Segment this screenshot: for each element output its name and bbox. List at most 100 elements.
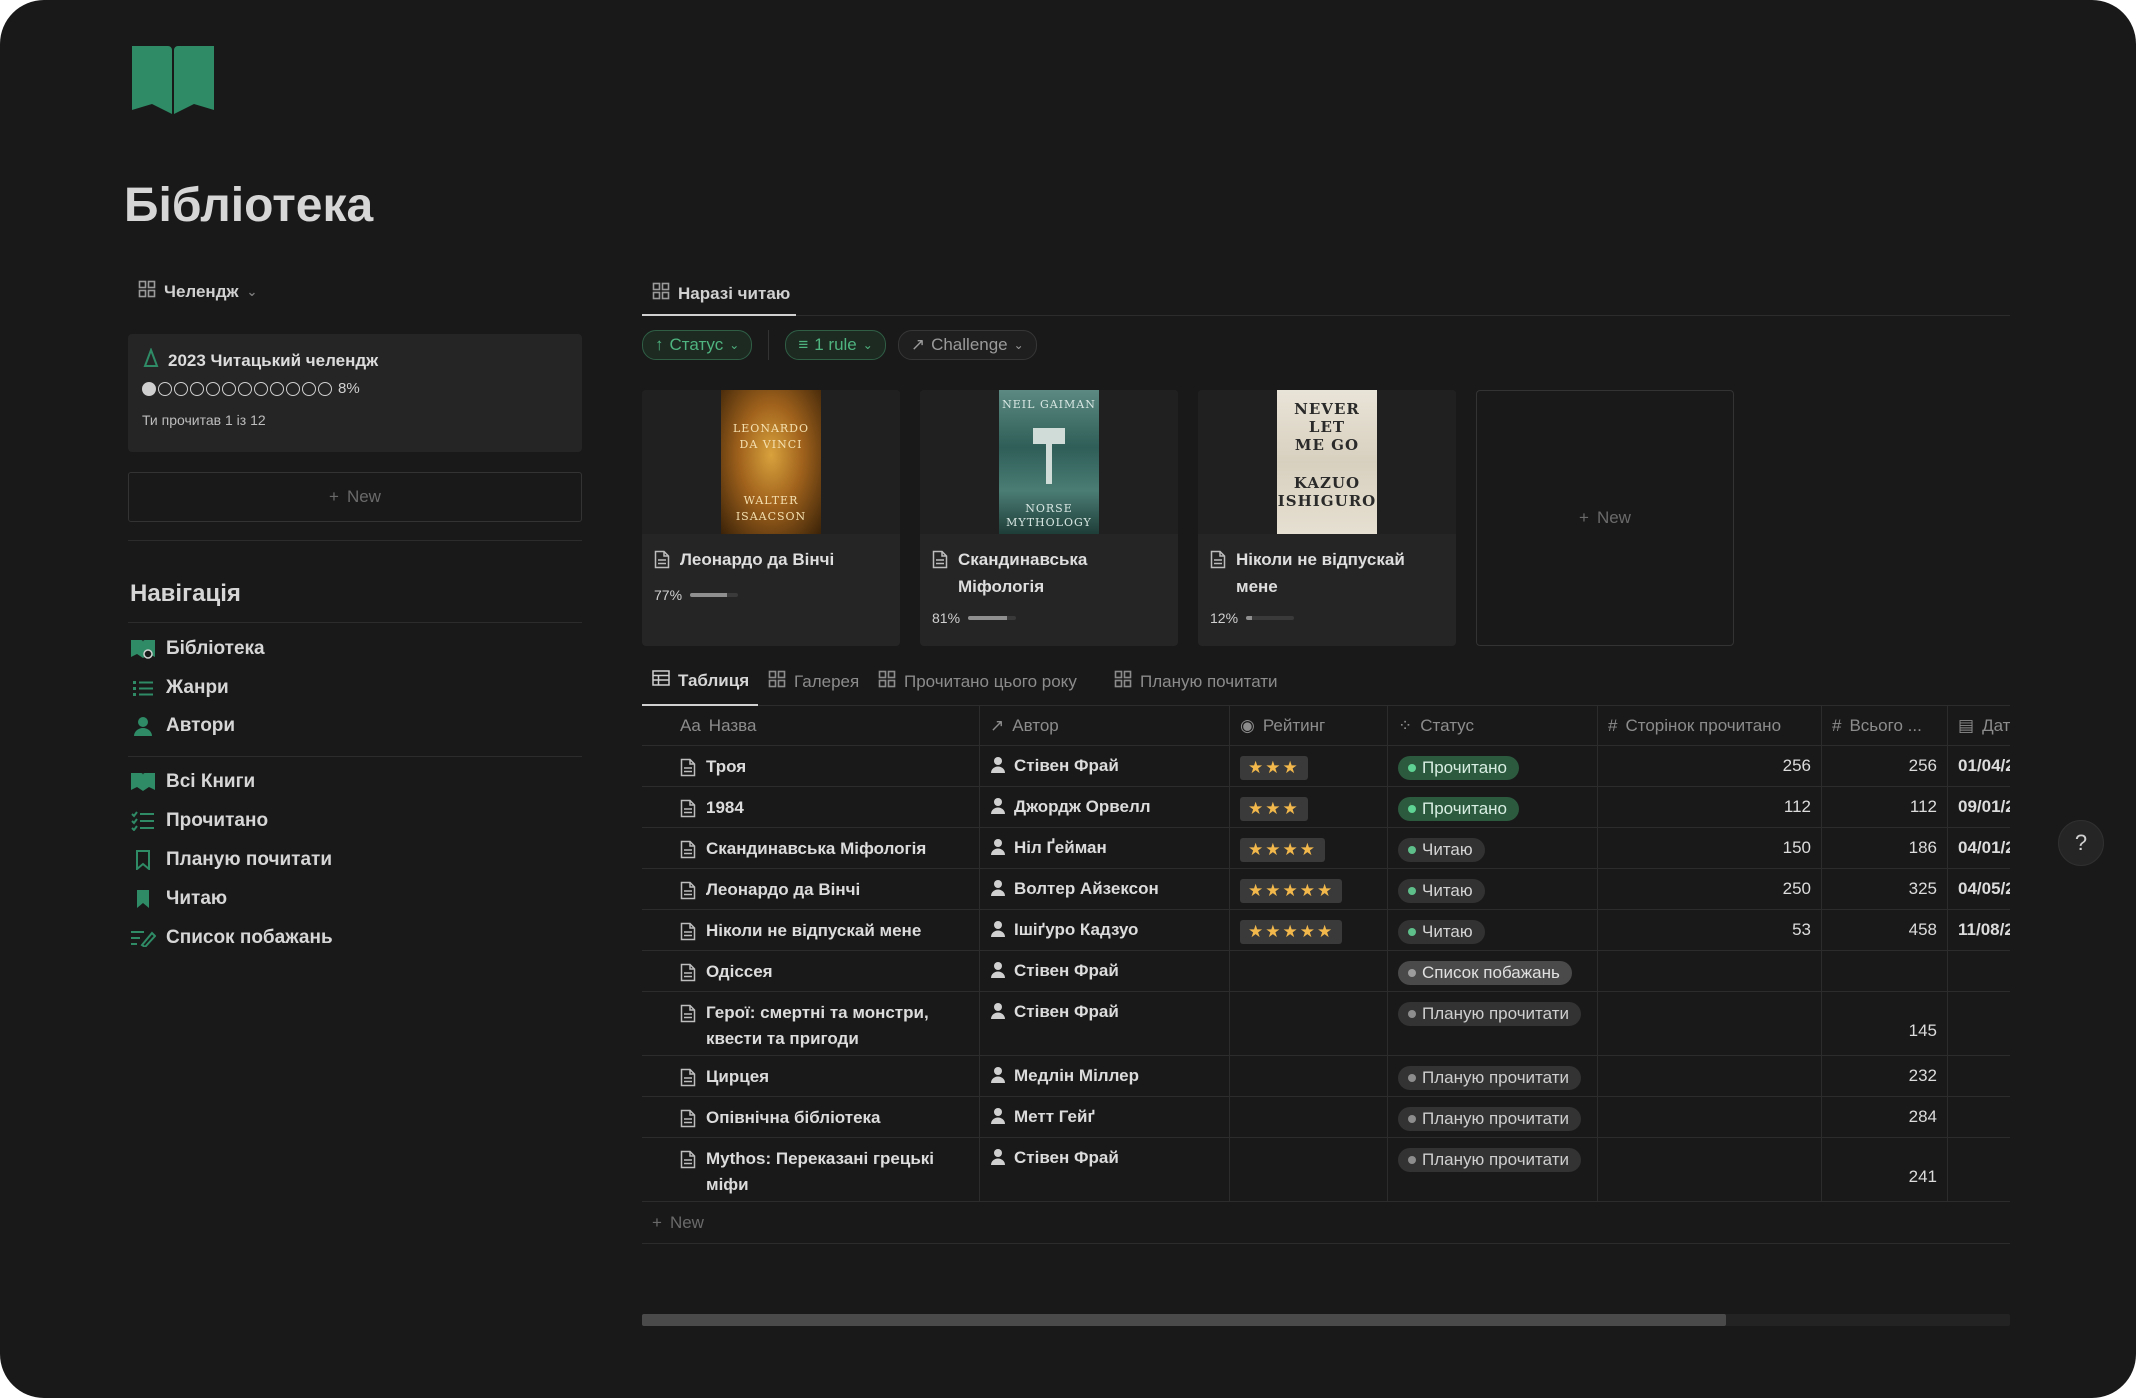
cell-date[interactable]: 01/04/2 xyxy=(1948,746,2010,786)
cell-status[interactable]: Планую прочитати xyxy=(1388,992,1598,1055)
cell-status[interactable]: Прочитано xyxy=(1388,746,1598,786)
cell-author[interactable]: Метт Гейґ xyxy=(980,1097,1230,1137)
cell-total-pages[interactable]: 232 xyxy=(1822,1056,1948,1096)
cell-date[interactable] xyxy=(1948,1097,2010,1137)
cell-status[interactable]: Планую прочитати xyxy=(1388,1097,1598,1137)
cell-total-pages[interactable]: 256 xyxy=(1822,746,1948,786)
cell-pages-read[interactable] xyxy=(1598,1097,1822,1137)
cell-name[interactable]: Герої: смертні та монстри, квести та при… xyxy=(642,992,980,1055)
cell-author[interactable]: Медлін Міллер xyxy=(980,1056,1230,1096)
cell-date[interactable] xyxy=(1948,951,2010,991)
table-row[interactable]: Леонардо да Вінчі Волтер Айзексон ★★★★★ Чит… xyxy=(642,869,2010,910)
column-header-rating[interactable]: ◉ Рейтинг xyxy=(1230,706,1388,745)
cell-rating[interactable] xyxy=(1230,1056,1388,1096)
table-row[interactable]: Mythos: Переказані грецькі міфи Стівен Фр… xyxy=(642,1138,2010,1202)
cell-date[interactable] xyxy=(1948,992,2010,1055)
cell-total-pages[interactable]: 325 xyxy=(1822,869,1948,909)
table-row[interactable]: Цирцея Медлін Міллер Планую прочитати 232 xyxy=(642,1056,2010,1097)
cell-name[interactable]: 1984 xyxy=(642,787,980,827)
challenge-card[interactable]: 2023 Читацький челендж 8% Ти прочитав 1 … xyxy=(128,334,582,452)
cell-status[interactable]: Читаю xyxy=(1388,869,1598,909)
cell-status[interactable]: Планую прочитати xyxy=(1388,1056,1598,1096)
cell-date[interactable] xyxy=(1948,1056,2010,1096)
nav-item-genres[interactable]: Жанри xyxy=(130,677,229,699)
table-row[interactable]: Ніколи не відпускай мене Ішіґуро Кадзуо ★★… xyxy=(642,910,2010,951)
cell-name[interactable]: Одіссея xyxy=(642,951,980,991)
tab-plan-to-read[interactable]: Планую почитати xyxy=(1114,670,1278,693)
cell-rating[interactable] xyxy=(1230,1097,1388,1137)
column-header-status[interactable]: ⁘ Статус xyxy=(1388,706,1598,745)
table-row[interactable]: 1984 Джордж Орвелл ★★★ Прочитано 112 112 09/01… xyxy=(642,787,2010,828)
cell-pages-read[interactable] xyxy=(1598,1056,1822,1096)
cell-name[interactable]: Опівнічна бібліотека xyxy=(642,1097,980,1137)
column-header-total-pages[interactable]: # Всього ... xyxy=(1822,706,1948,745)
cell-rating[interactable]: ★★★ xyxy=(1230,746,1388,786)
cell-pages-read[interactable]: 250 xyxy=(1598,869,1822,909)
cell-author[interactable]: Джордж Орвелл xyxy=(980,787,1230,827)
gallery-card[interactable]: LEONARDO DA VINCI WALTER ISAACSON Леонар… xyxy=(642,390,900,646)
cell-rating[interactable]: ★★★★★ xyxy=(1230,869,1388,909)
nav-item-plan-to-read[interactable]: Планую почитати xyxy=(130,849,332,871)
scrollbar-thumb[interactable] xyxy=(642,1314,1726,1326)
challenge-view-tab[interactable]: Челендж ⌄ xyxy=(138,280,257,303)
column-header-name[interactable]: Aa Назва xyxy=(642,706,980,745)
tab-read-this-year[interactable]: Прочитано цього року xyxy=(878,670,1077,693)
cell-pages-read[interactable]: 256 xyxy=(1598,746,1822,786)
cell-rating[interactable]: ★★★★★ xyxy=(1230,910,1388,950)
sort-status-chip[interactable]: ↑ Статус ⌄ xyxy=(642,330,753,360)
cell-author[interactable]: Волтер Айзексон xyxy=(980,869,1230,909)
nav-item-wishlist[interactable]: Список побажань xyxy=(130,927,333,949)
cell-rating[interactable]: ★★★ xyxy=(1230,787,1388,827)
cell-author[interactable]: Ніл Ґейман xyxy=(980,828,1230,868)
tab-gallery[interactable]: Галерея xyxy=(768,670,859,693)
column-header-pages-read[interactable]: # Сторінок прочитано xyxy=(1598,706,1822,745)
cell-name[interactable]: Mythos: Переказані грецькі міфи xyxy=(642,1138,980,1201)
cell-total-pages[interactable]: 458 xyxy=(1822,910,1948,950)
nav-item-library[interactable]: Бібліотека xyxy=(130,638,265,660)
table-row[interactable]: Опівнічна бібліотека Метт Гейґ Планую проч… xyxy=(642,1097,2010,1138)
cell-pages-read[interactable]: 112 xyxy=(1598,787,1822,827)
cell-date[interactable] xyxy=(1948,1138,2010,1201)
column-header-author[interactable]: ↗ Автор xyxy=(980,706,1230,745)
help-button[interactable]: ? xyxy=(2058,820,2104,866)
table-row[interactable]: Одіссея Стівен Фрай Список побажань xyxy=(642,951,2010,992)
cell-author[interactable]: Стівен Фрай xyxy=(980,951,1230,991)
cell-total-pages[interactable]: 112 xyxy=(1822,787,1948,827)
nav-item-reading[interactable]: Читаю xyxy=(130,888,227,910)
cell-name[interactable]: Цирцея xyxy=(642,1056,980,1096)
nav-item-read[interactable]: Прочитано xyxy=(130,810,268,832)
gallery-new-button[interactable]: + New xyxy=(1476,390,1734,646)
cell-author[interactable]: Стівен Фрай xyxy=(980,992,1230,1055)
cell-name[interactable]: Ніколи не відпускай мене xyxy=(642,910,980,950)
cell-rating[interactable] xyxy=(1230,1138,1388,1201)
cell-status[interactable]: Читаю xyxy=(1388,828,1598,868)
filter-rule-chip[interactable]: ≡ 1 rule ⌄ xyxy=(785,330,886,360)
cell-date[interactable]: 11/08/2 xyxy=(1948,910,2010,950)
table-row[interactable]: Скандинавська Міфологія Ніл Ґейман ★★★★ Чит… xyxy=(642,828,2010,869)
nav-item-authors[interactable]: Автори xyxy=(130,715,235,737)
challenge-new-button[interactable]: + New xyxy=(128,472,582,522)
cell-pages-read[interactable]: 150 xyxy=(1598,828,1822,868)
cell-date[interactable]: 04/01/2 xyxy=(1948,828,2010,868)
cell-total-pages[interactable]: 241 xyxy=(1822,1138,1948,1201)
cell-total-pages[interactable]: 186 xyxy=(1822,828,1948,868)
cell-date[interactable]: 09/01/2 xyxy=(1948,787,2010,827)
cell-pages-read[interactable]: 53 xyxy=(1598,910,1822,950)
cell-rating[interactable] xyxy=(1230,951,1388,991)
gallery-card[interactable]: NEIL GAIMAN NORSE MYTHOLOGY Скандинавськ… xyxy=(920,390,1178,646)
table-new-row-button[interactable]: + New xyxy=(642,1202,2010,1244)
cell-name[interactable]: Троя xyxy=(642,746,980,786)
horizontal-scrollbar[interactable] xyxy=(642,1314,2010,1326)
cell-pages-read[interactable] xyxy=(1598,951,1822,991)
cell-date[interactable]: 04/05/2 xyxy=(1948,869,2010,909)
gallery-card[interactable]: NEVER LET ME GO KAZUO ISHIGURO Ніколи не… xyxy=(1198,390,1456,646)
nav-item-all-books[interactable]: Всі Книги xyxy=(130,771,255,793)
cell-name[interactable]: Скандинавська Міфологія xyxy=(642,828,980,868)
cell-name[interactable]: Леонардо да Вінчі xyxy=(642,869,980,909)
cell-author[interactable]: Стівен Фрай xyxy=(980,1138,1230,1201)
cell-pages-read[interactable] xyxy=(1598,1138,1822,1201)
tab-table[interactable]: Таблиця xyxy=(652,670,749,691)
cell-rating[interactable]: ★★★★ xyxy=(1230,828,1388,868)
table-row[interactable]: Троя Стівен Фрай ★★★ Прочитано 256 256 01/04/2 xyxy=(642,746,2010,787)
cell-rating[interactable] xyxy=(1230,992,1388,1055)
